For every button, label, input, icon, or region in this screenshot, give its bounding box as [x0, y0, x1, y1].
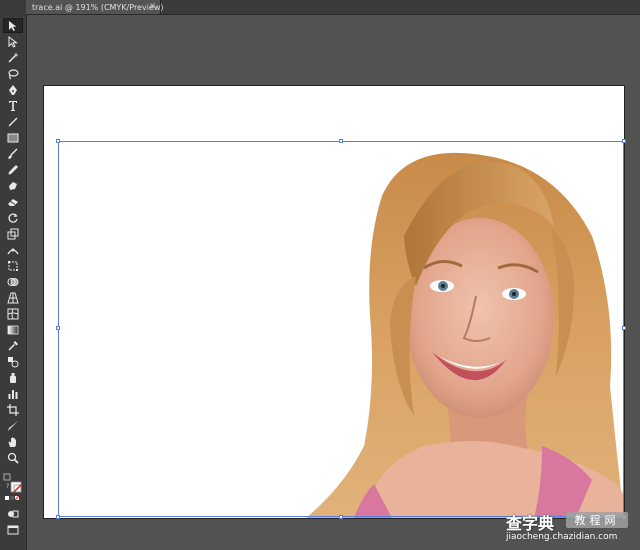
- portrait-image: [306, 152, 624, 518]
- scale-tool-icon[interactable]: [3, 226, 23, 241]
- gradient-tool-icon[interactable]: [3, 322, 23, 337]
- watermark-logo: 查字典: [506, 514, 555, 533]
- watermark: 查字典 教程网 jiaocheng.chazidian.com: [504, 510, 632, 546]
- eraser-tool-icon[interactable]: [3, 194, 23, 209]
- document-tab-title: trace.ai @ 191% (CMYK/Preview): [32, 2, 164, 12]
- rotate-tool-icon[interactable]: [3, 210, 23, 225]
- tools-panel: ?: [0, 14, 27, 550]
- eyedropper-tool-icon[interactable]: [3, 338, 23, 353]
- fill-stroke-swatches[interactable]: ?: [3, 472, 23, 502]
- line-segment-tool-icon[interactable]: [3, 114, 23, 129]
- screen-mode-icon[interactable]: [3, 522, 23, 537]
- mesh-tool-icon[interactable]: [3, 306, 23, 321]
- watermark-tag: 教程网: [566, 512, 628, 528]
- perspective-grid-tool-icon[interactable]: [3, 290, 23, 305]
- document-tab[interactable]: trace.ai @ 191% (CMYK/Preview) ×: [26, 0, 164, 14]
- slice-tool-icon[interactable]: [3, 418, 23, 433]
- hand-tool-icon[interactable]: [3, 434, 23, 449]
- direct-selection-tool-icon[interactable]: [3, 34, 23, 49]
- magic-wand-tool-icon[interactable]: [3, 50, 23, 65]
- rectangle-tool-icon[interactable]: [3, 130, 23, 145]
- type-tool-icon[interactable]: [3, 98, 23, 113]
- close-icon[interactable]: ×: [149, 1, 156, 10]
- svg-text:?: ?: [6, 483, 9, 490]
- width-tool-icon[interactable]: [3, 242, 23, 257]
- shape-builder-tool-icon[interactable]: [3, 274, 23, 289]
- free-transform-tool-icon[interactable]: [3, 258, 23, 273]
- blob-brush-tool-icon[interactable]: [3, 178, 23, 193]
- artboard-tool-icon[interactable]: [3, 402, 23, 417]
- watermark-url: jiaocheng.chazidian.com: [506, 532, 618, 542]
- symbol-sprayer-tool-icon[interactable]: [3, 370, 23, 385]
- blend-tool-icon[interactable]: [3, 354, 23, 369]
- pen-tool-icon[interactable]: [3, 82, 23, 97]
- drawing-modes-icon[interactable]: [3, 506, 23, 521]
- pencil-tool-icon[interactable]: [3, 162, 23, 177]
- artboard[interactable]: [44, 86, 624, 518]
- zoom-tool-icon[interactable]: [3, 450, 23, 465]
- column-graph-tool-icon[interactable]: [3, 386, 23, 401]
- paintbrush-tool-icon[interactable]: [3, 146, 23, 161]
- selection-tool-icon[interactable]: [3, 18, 23, 33]
- document-tab-bar: trace.ai @ 191% (CMYK/Preview) ×: [0, 0, 640, 15]
- lasso-tool-icon[interactable]: [3, 66, 23, 81]
